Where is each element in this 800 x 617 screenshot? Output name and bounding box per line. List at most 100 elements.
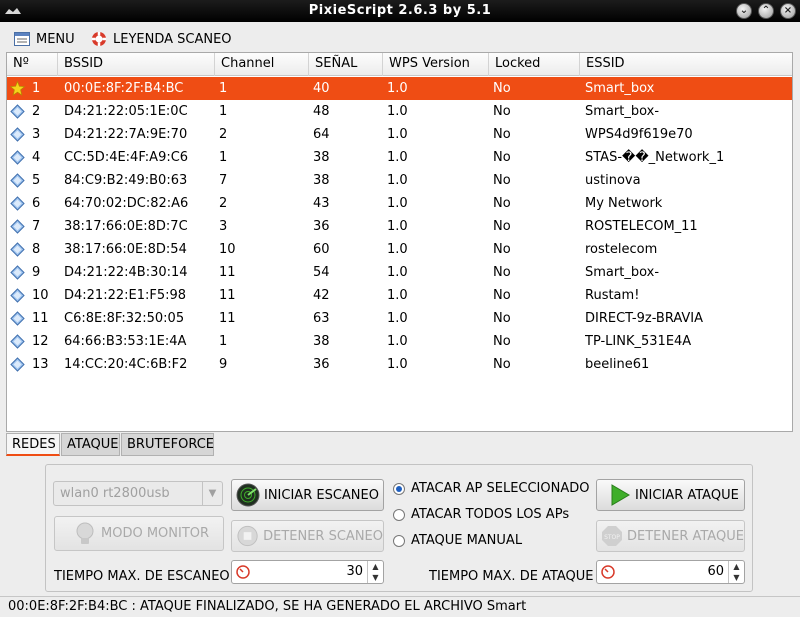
minimize-button[interactable]: ⌄ — [736, 3, 752, 19]
cell-essid: Smart_box- — [585, 265, 660, 280]
cell-bssid: 00:0E:8F:2F:B4:BC — [64, 81, 184, 96]
col-header-channel[interactable]: Channel — [215, 53, 309, 76]
table-row[interactable]: 4 CC:5D:4E:4F:A9:C6 1 38 1.0 No STAS-��_Networ… — [7, 146, 792, 169]
cell-signal: 36 — [313, 219, 330, 234]
cell-channel: 9 — [219, 357, 228, 372]
table-row[interactable]: 8 38:17:66:0E:8D:54 10 60 1.0 No rostelecom — [7, 238, 792, 261]
cell-signal: 36 — [313, 357, 330, 372]
cell-channel: 3 — [219, 219, 228, 234]
stop-scan-button[interactable]: DETENER SCANEO — [231, 520, 384, 552]
cell-locked: No — [493, 81, 511, 96]
cell-number: 13 — [32, 357, 49, 372]
table-row[interactable]: 9 D4:21:22:4B:30:14 11 54 1.0 No Smart_box- — [7, 261, 792, 284]
cell-wps-version: 1.0 — [387, 357, 408, 372]
scan-time-spinbox[interactable]: 30 ▲ ▼ — [231, 560, 384, 584]
menu-button[interactable]: MENU — [14, 30, 75, 48]
radar-icon — [236, 483, 260, 507]
cell-wps-version: 1.0 — [387, 265, 408, 280]
table-row[interactable]: 13 14:CC:20:4C:6B:F2 9 36 1.0 No beeline61 — [7, 353, 792, 376]
cell-signal: 38 — [313, 334, 330, 349]
cell-essid: My Network — [585, 196, 663, 211]
cell-signal: 64 — [313, 127, 330, 142]
cell-wps-version: 1.0 — [387, 150, 408, 165]
diamond-icon — [10, 265, 25, 280]
tab-bruteforce[interactable]: BRUTEFORCE — [121, 433, 214, 456]
cell-essid: beeline61 — [585, 357, 650, 372]
cell-bssid: 14:CC:20:4C:6B:F2 — [64, 357, 188, 372]
cell-wps-version: 1.0 — [387, 219, 408, 234]
radio-off-icon — [393, 508, 405, 521]
scan-time-value: 30 — [346, 564, 363, 579]
table-header: Nº BSSID Channel SEÑAL WPS Version Locke… — [7, 53, 792, 76]
close-button[interactable]: × — [780, 3, 796, 19]
stop-attack-label: DETENER ATAQUE — [627, 528, 744, 544]
attack-time-spinbox[interactable]: 60 ▲ ▼ — [596, 560, 745, 584]
cell-locked: No — [493, 150, 511, 165]
monitor-mode-button[interactable]: MODO MONITOR — [54, 516, 224, 551]
diamond-icon — [10, 219, 25, 234]
table-row[interactable]: 1 00:0E:8F:2F:B4:BC 1 40 1.0 No Smart_box — [7, 77, 792, 100]
timer-icon — [601, 565, 615, 579]
cell-essid: rostelecom — [585, 242, 658, 257]
cell-wps-version: 1.0 — [387, 196, 408, 211]
radio-attack-manual-label: ATAQUE MANUAL — [411, 533, 523, 548]
col-header-bssid[interactable]: BSSID — [58, 53, 215, 76]
start-attack-button[interactable]: INICIAR ATAQUE — [596, 479, 745, 511]
start-scan-label: INICIAR ESCANEO — [264, 487, 379, 503]
status-bar: 00:0E:8F:2F:B4:BC : ATAQUE FINALIZADO, S… — [0, 596, 800, 617]
radio-attack-all[interactable]: ATACAR TODOS LOS APs — [393, 507, 569, 522]
networks-table[interactable]: Nº BSSID Channel SEÑAL WPS Version Locke… — [6, 52, 793, 432]
attack-time-label: TIEMPO MAX. DE ATAQUE — [429, 569, 594, 584]
table-row[interactable]: 6 64:70:02:DC:82:A6 2 43 1.0 No My Network — [7, 192, 792, 215]
cell-locked: No — [493, 242, 511, 257]
stop-sign-icon: STOP — [602, 526, 622, 546]
chevron-down-icon: ▼ — [202, 482, 222, 505]
cell-locked: No — [493, 357, 511, 372]
diamond-icon — [10, 196, 25, 211]
radio-attack-selected[interactable]: ATACAR AP SELECCIONADO — [393, 481, 589, 496]
cell-locked: No — [493, 288, 511, 303]
cell-bssid: C6:8E:8F:32:50:05 — [64, 311, 185, 326]
col-header-locked[interactable]: Locked — [489, 53, 580, 76]
radio-attack-manual[interactable]: ATAQUE MANUAL — [393, 533, 522, 548]
maximize-button[interactable]: ⌃ — [758, 3, 774, 19]
cell-number: 9 — [32, 265, 41, 280]
cell-channel: 10 — [219, 242, 236, 257]
col-header-wps-version[interactable]: WPS Version — [383, 53, 489, 76]
scan-time-label: TIEMPO MAX. DE ESCANEO — [54, 569, 230, 584]
tab-redes[interactable]: REDES — [6, 433, 60, 456]
cell-bssid: D4:21:22:7A:9E:70 — [64, 127, 188, 142]
start-scan-button[interactable]: INICIAR ESCANEO — [231, 479, 384, 511]
cell-number: 4 — [32, 150, 41, 165]
radio-attack-selected-label: ATACAR AP SELECCIONADO — [411, 481, 590, 496]
cell-signal: 38 — [313, 173, 330, 188]
stop-attack-button[interactable]: STOP DETENER ATAQUE — [596, 520, 745, 552]
table-row[interactable]: 5 84:C9:B2:49:B0:63 7 38 1.0 No ustinova — [7, 169, 792, 192]
legend-button[interactable]: LEYENDA SCANEO — [91, 30, 232, 48]
radio-on-icon — [393, 482, 405, 495]
table-row[interactable]: 12 64:66:B3:53:1E:4A 1 38 1.0 No TP-LINK_531E4… — [7, 330, 792, 353]
stop-scan-label: DETENER SCANEO — [263, 528, 383, 544]
table-row[interactable]: 10 D4:21:22:E1:F5:98 11 42 1.0 No Rustam! — [7, 284, 792, 307]
col-header-number[interactable]: Nº — [7, 53, 58, 76]
col-header-signal[interactable]: SEÑAL — [309, 53, 383, 76]
tab-ataque[interactable]: ATAQUE — [61, 433, 120, 456]
table-row[interactable]: 2 D4:21:22:05:1E:0C 1 48 1.0 No Smart_box- — [7, 100, 792, 123]
spin-arrows-icon[interactable]: ▲ ▼ — [367, 561, 383, 583]
cell-locked: No — [493, 173, 511, 188]
interface-select-value: wlan0 rt2800usb — [60, 486, 170, 501]
table-row[interactable]: 11 C6:8E:8F:32:50:05 11 63 1.0 No DIRECT-9z-BR… — [7, 307, 792, 330]
cell-signal: 43 — [313, 196, 330, 211]
table-row[interactable]: 3 D4:21:22:7A:9E:70 2 64 1.0 No WPS4d9f619e70 — [7, 123, 792, 146]
cell-channel: 2 — [219, 127, 228, 142]
table-row[interactable]: 7 38:17:66:0E:8D:7C 3 36 1.0 No ROSTELECOM_11 — [7, 215, 792, 238]
cell-locked: No — [493, 265, 511, 280]
diamond-icon — [10, 173, 25, 188]
spin-arrows-icon[interactable]: ▲ ▼ — [728, 561, 744, 583]
diamond-icon — [10, 150, 25, 165]
cell-bssid: 64:66:B3:53:1E:4A — [64, 334, 187, 349]
menu-label: MENU — [36, 31, 75, 47]
cell-essid: ustinova — [585, 173, 641, 188]
col-header-essid[interactable]: ESSID — [580, 53, 792, 76]
menubar: MENU LEYENDA SCANEO — [0, 22, 800, 52]
